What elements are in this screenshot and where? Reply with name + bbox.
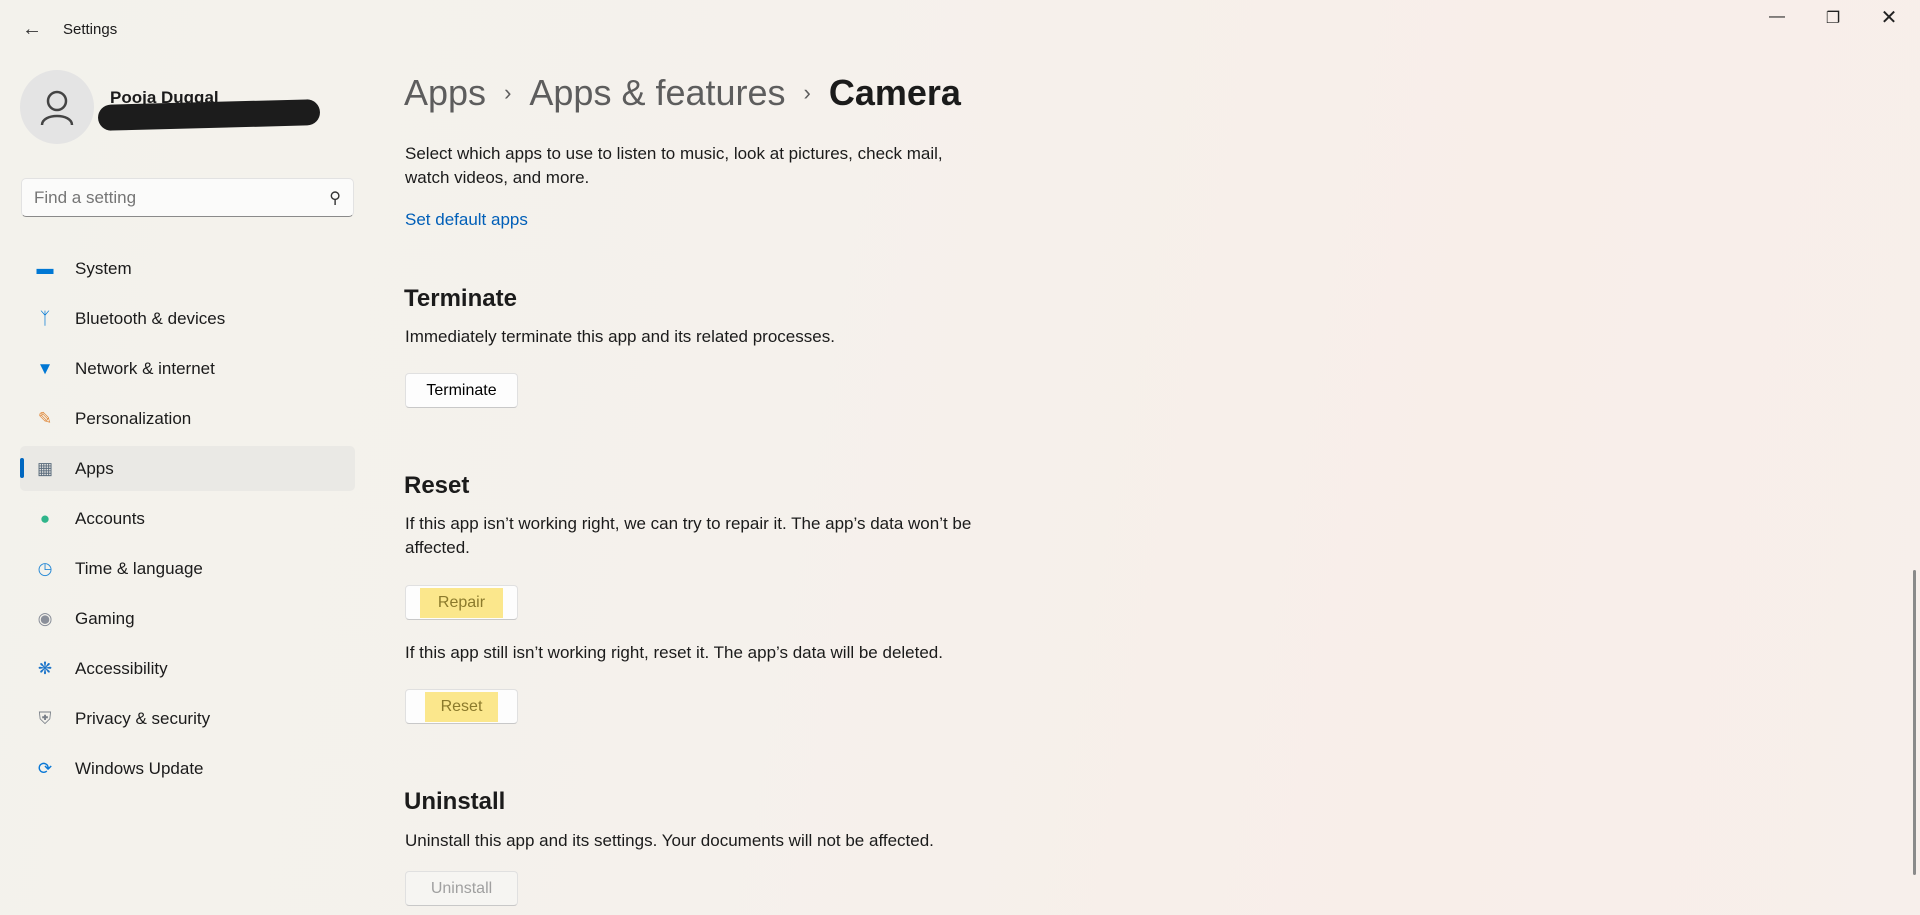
window-title: Settings: [63, 21, 118, 38]
wifi-icon: ▼: [36, 358, 54, 378]
sidebar-item-network-internet[interactable]: ▼ Network & internet: [20, 346, 355, 391]
sidebar-item-accessibility[interactable]: ❋ Accessibility: [20, 646, 355, 691]
intro-text: Select which apps to use to listen to mu…: [405, 144, 943, 187]
reset-button[interactable]: Reset: [405, 689, 518, 724]
apps-icon: ▦: [36, 458, 54, 478]
update-icon: ⟳: [37, 758, 53, 778]
shield-icon: ⛨: [38, 708, 52, 728]
scrollbar-thumb[interactable]: [1913, 570, 1916, 875]
page-title: Camera: [828, 72, 961, 113]
gamepad-icon: ◉: [37, 608, 53, 628]
bluetooth-icon: ᛉ: [39, 308, 51, 328]
repair-button[interactable]: Repair: [405, 585, 518, 620]
sidebar-item-time-language[interactable]: ◷ Time & language: [20, 546, 355, 591]
sidebar-item-privacy-security[interactable]: ⛨ Privacy & security: [20, 696, 355, 741]
sidebar-item-accounts[interactable]: ● Accounts: [20, 496, 355, 541]
redacted-email: [97, 99, 321, 131]
set-default-apps-link[interactable]: Set default apps: [405, 208, 528, 232]
selection-indicator: [20, 458, 24, 478]
reset-heading: Reset: [404, 472, 470, 499]
terminate-desc: Immediately terminate this app and its r…: [405, 327, 835, 346]
sidebar-item-apps[interactable]: ▦ Apps: [20, 446, 355, 491]
uninstall-desc: Uninstall this app and its settings. You…: [405, 831, 934, 850]
repair-label: Repair: [419, 587, 504, 618]
monitor-icon: ▬: [36, 258, 54, 278]
reset-desc: If this app still isn’t working right, r…: [405, 643, 943, 662]
sidebar-item-label: Personalization: [75, 408, 192, 428]
sidebar-item-label: Time & language: [75, 558, 203, 578]
chevron-right-icon: ›: [504, 80, 512, 105]
sidebar-item-gaming[interactable]: ◉ Gaming: [20, 596, 355, 641]
person-icon: [40, 90, 74, 126]
clock-globe-icon: ◷: [37, 558, 53, 578]
sidebar-item-label: Bluetooth & devices: [75, 308, 226, 328]
search-box[interactable]: ⚲: [21, 178, 354, 217]
reset-label: Reset: [424, 691, 499, 722]
back-button[interactable]: ←: [22, 18, 42, 41]
uninstall-button[interactable]: Uninstall: [405, 871, 518, 906]
sidebar-item-label: Apps: [75, 458, 114, 478]
search-input[interactable]: [34, 187, 330, 208]
sidebar-item-label: Windows Update: [75, 758, 204, 778]
breadcrumb-apps[interactable]: Apps: [404, 72, 486, 114]
sidebar-item-label: Privacy & security: [75, 708, 211, 728]
sidebar-item-label: Network & internet: [75, 358, 215, 378]
breadcrumb: Apps › Apps & features › Camera: [404, 72, 961, 114]
repair-desc: If this app isn’t working right, we can …: [405, 514, 972, 557]
sidebar-item-label: Accessibility: [75, 658, 168, 678]
sidebar-item-label: Accounts: [75, 508, 145, 528]
accessibility-icon: ❋: [37, 658, 53, 678]
sidebar-item-system[interactable]: ▬ System: [20, 246, 355, 291]
sidebar-item-windows-update[interactable]: ⟳ Windows Update: [20, 746, 355, 791]
terminate-button[interactable]: Terminate: [405, 373, 518, 408]
sidebar-item-personalization[interactable]: ✎ Personalization: [20, 396, 355, 441]
search-icon[interactable]: ⚲: [329, 188, 341, 208]
brush-icon: ✎: [37, 408, 53, 428]
sidebar-item-label: System: [75, 258, 132, 278]
maximize-button[interactable]: ❐: [1818, 8, 1848, 28]
sidebar-item-label: Gaming: [75, 608, 135, 628]
minimize-button[interactable]: —: [1762, 8, 1792, 26]
chevron-right-icon: ›: [803, 80, 811, 105]
uninstall-heading: Uninstall: [404, 788, 506, 815]
avatar[interactable]: [20, 70, 94, 144]
close-button[interactable]: ✕: [1874, 5, 1904, 30]
breadcrumb-apps-features[interactable]: Apps & features: [529, 72, 785, 114]
sidebar-item-bluetooth-devices[interactable]: ᛉ Bluetooth & devices: [20, 296, 355, 341]
terminate-heading: Terminate: [404, 285, 517, 312]
person-icon: ●: [39, 508, 51, 528]
